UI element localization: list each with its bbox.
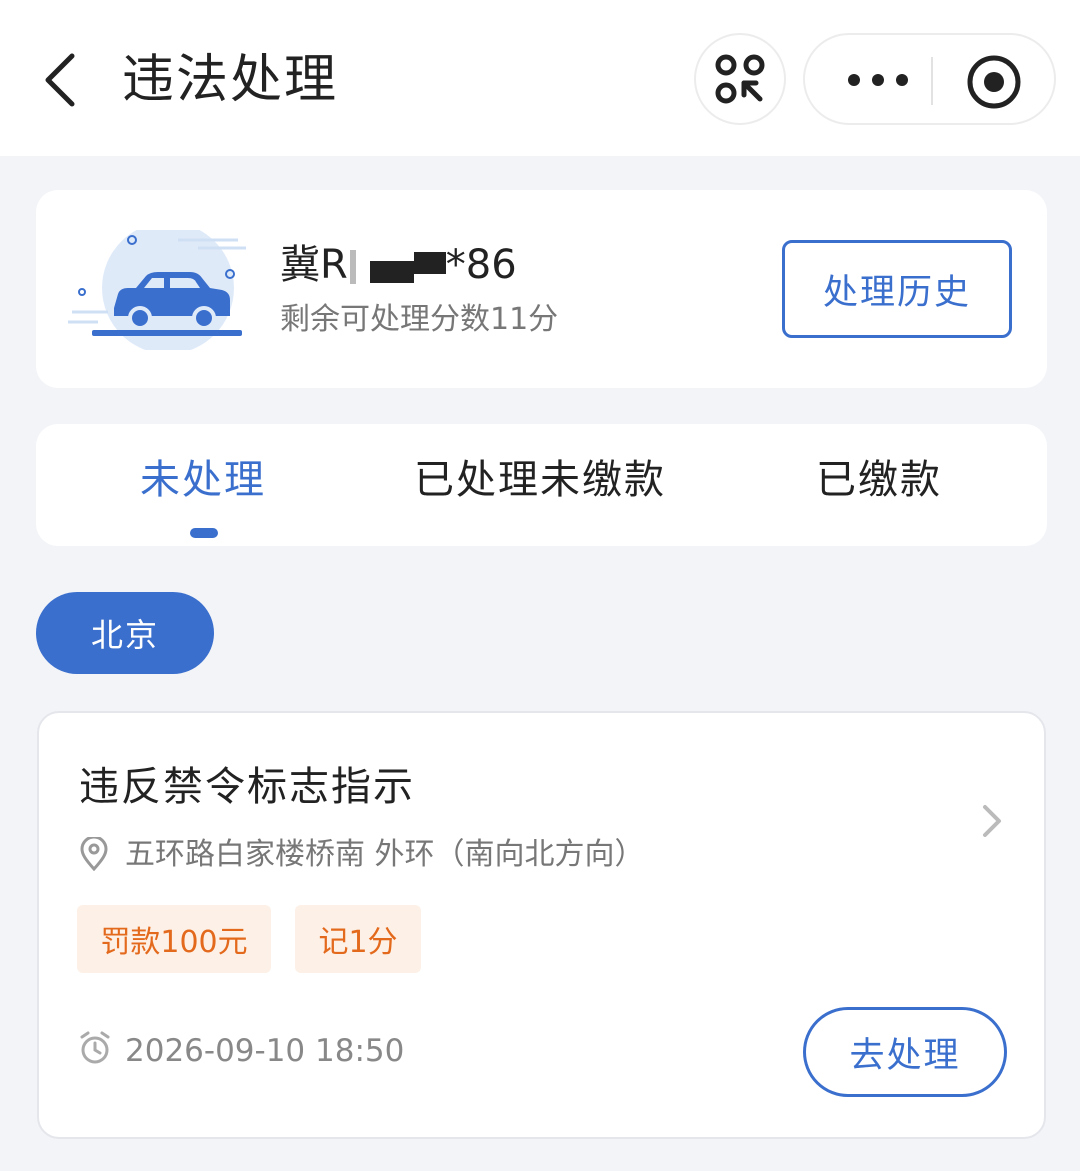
plate-suffix: *86 <box>445 242 517 288</box>
violation-time: 2026-09-10 18:50 <box>125 1033 405 1069</box>
active-tab-indicator <box>190 528 218 538</box>
city-filter-chip[interactable]: 北京 <box>36 592 214 674</box>
tab-processed-unpaid[interactable]: 已处理未缴款 <box>414 452 666 508</box>
remaining-points: 剩余可处理分数11分 <box>280 302 559 337</box>
violation-card[interactable]: 违反禁令标志指示 五环路白家楼桥南 外环（南向北方向） 罚款100元 记1分 2… <box>37 711 1046 1139</box>
tab-unprocessed[interactable]: 未处理 <box>140 452 266 508</box>
license-plate: 冀R *86 <box>280 238 517 292</box>
capsule-divider <box>931 57 933 105</box>
chevron-left-icon <box>45 53 75 107</box>
plate-redaction <box>349 250 356 284</box>
location-pin-icon <box>80 837 108 871</box>
scan-button[interactable] <box>694 33 786 125</box>
close-target-icon[interactable] <box>965 53 1023 111</box>
plate-redaction <box>413 252 446 274</box>
violation-title: 违反禁令标志指示 <box>79 764 415 810</box>
back-button[interactable] <box>36 50 86 110</box>
plate-prefix: 冀R <box>280 242 348 288</box>
navigation-bar: 违法处理 <box>0 0 1080 156</box>
vehicle-card: 冀R *86 剩余可处理分数11分 处理历史 <box>36 190 1047 388</box>
page-title: 违法处理 <box>122 50 339 110</box>
chevron-right-icon <box>983 805 1001 837</box>
tab-paid[interactable]: 已缴款 <box>816 452 942 508</box>
status-tabs: 未处理 已处理未缴款 已缴款 <box>36 424 1047 546</box>
history-button[interactable]: 处理历史 <box>782 240 1012 338</box>
points-tag: 记1分 <box>295 905 421 973</box>
alarm-clock-icon <box>80 1031 110 1064</box>
more-dots-icon[interactable] <box>845 65 911 95</box>
plate-redaction <box>369 261 414 283</box>
mini-program-capsule <box>803 33 1056 125</box>
violation-location: 五环路白家楼桥南 外环（南向北方向） <box>125 837 645 872</box>
scan-icon <box>715 54 765 104</box>
car-illustration-icon <box>68 230 246 350</box>
process-button[interactable]: 去处理 <box>803 1007 1007 1097</box>
fine-tag: 罚款100元 <box>77 905 271 973</box>
